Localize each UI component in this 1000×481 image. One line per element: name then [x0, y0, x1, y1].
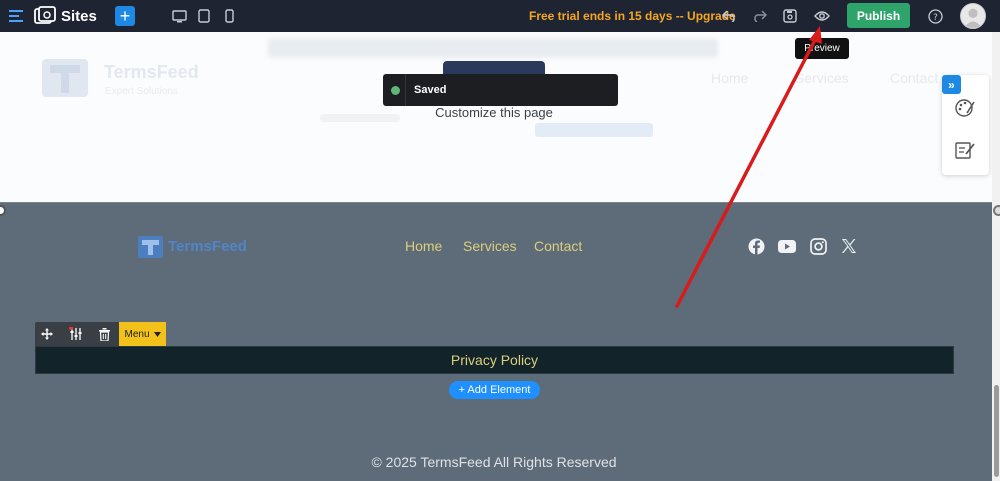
move-icon[interactable]: [35, 322, 59, 346]
edit-page-icon[interactable]: [954, 140, 978, 164]
footer-nav-contact[interactable]: Contact: [534, 238, 582, 254]
toast-divider: [405, 74, 406, 106]
top-toolbar: Sites + Free trial ends in 15 days -- Up…: [0, 0, 1000, 32]
x-icon[interactable]: [839, 236, 859, 256]
trial-upgrade-link[interactable]: Free trial ends in 15 days -- Upgrade: [529, 0, 736, 32]
privacy-policy-link[interactable]: Privacy Policy: [35, 346, 954, 374]
header-link-placeholder: [535, 123, 653, 137]
footer-brand: TermsFeed: [168, 238, 247, 255]
tablet-view-icon[interactable]: [195, 0, 213, 32]
toast-message: Saved: [414, 84, 447, 96]
expand-panel-icon[interactable]: »: [942, 75, 961, 94]
sites-logo-icon: [33, 0, 57, 32]
status-dot-icon: [391, 85, 400, 95]
settings-sliders-icon[interactable]: [64, 322, 88, 346]
header-brand: TermsFeed: [104, 62, 199, 82]
facebook-icon[interactable]: [746, 236, 766, 256]
save-icon[interactable]: [780, 0, 800, 32]
desktop-view-icon[interactable]: [170, 0, 188, 32]
add-element-button[interactable]: + Add Element: [449, 381, 540, 399]
saved-toast: Saved: [383, 74, 618, 106]
brand-logo-icon: [42, 59, 88, 97]
instagram-icon[interactable]: [808, 236, 828, 256]
avatar[interactable]: [960, 3, 986, 29]
svg-text:?: ?: [933, 13, 938, 23]
preview-tooltip: Preview: [795, 38, 849, 59]
header-nav-services: Services: [795, 70, 849, 86]
mobile-view-icon[interactable]: [220, 0, 238, 32]
menu-element-tag[interactable]: Menu: [119, 322, 166, 346]
help-icon[interactable]: ?: [925, 0, 945, 32]
caret-down-icon: [153, 329, 161, 340]
header-nav-home: Home: [711, 70, 749, 86]
delete-trash-icon[interactable]: [92, 322, 116, 346]
menu-tag-label: Menu: [124, 328, 150, 340]
hamburger-menu-icon[interactable]: [6, 0, 26, 32]
youtube-icon[interactable]: [777, 236, 797, 256]
app-title: Sites: [61, 7, 97, 25]
section-resize-handle-right[interactable]: [993, 205, 1000, 216]
design-palette-icon[interactable]: [954, 97, 978, 121]
redo-icon[interactable]: [749, 0, 769, 32]
footer-logo-icon: [138, 236, 163, 258]
element-toolbar: [35, 322, 119, 346]
footer-section[interactable]: TermsFeed Home Services Contact Menu Pri…: [0, 202, 992, 481]
header-title-placeholder: [268, 38, 718, 58]
footer-nav-services[interactable]: Services: [463, 238, 517, 254]
copyright-text: © 2025 TermsFeed All Rights Reserved: [371, 454, 617, 470]
undo-icon[interactable]: [719, 0, 739, 32]
add-button[interactable]: +: [115, 6, 135, 26]
preview-eye-icon[interactable]: [811, 0, 833, 32]
header-nav-contact: Contact: [890, 70, 939, 86]
customize-page-link[interactable]: Customize this page: [0, 105, 988, 120]
scrollbar-thumb[interactable]: [994, 385, 999, 477]
header-tagline: Expert Solutions: [105, 86, 178, 97]
publish-button[interactable]: Publish: [847, 3, 910, 28]
footer-nav-home[interactable]: Home: [405, 238, 442, 254]
